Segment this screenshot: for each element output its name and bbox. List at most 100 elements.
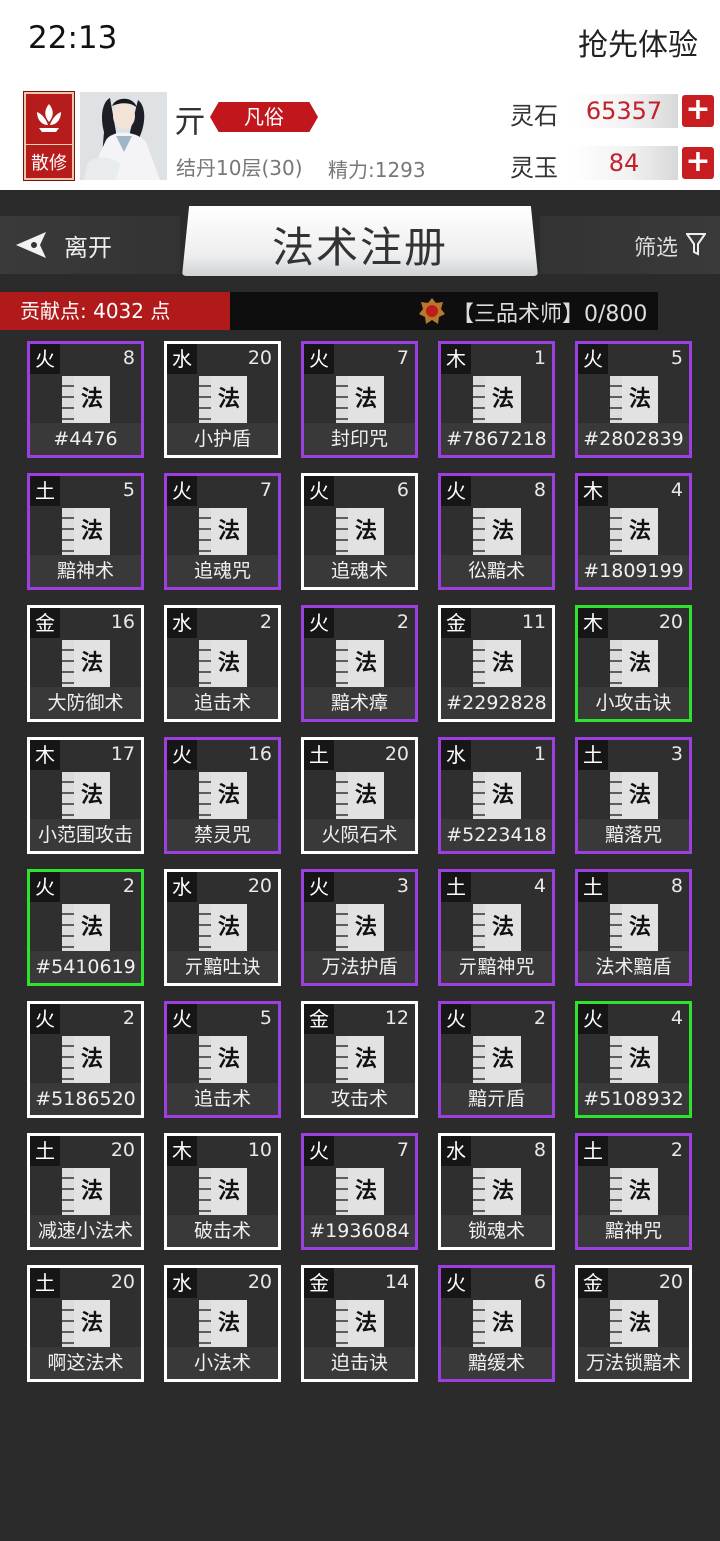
spell-card[interactable]: 火 6 法追魂术 — [301, 473, 418, 590]
spell-name: #7867218 — [441, 423, 552, 455]
spell-card[interactable]: 火 8 法 #4476 — [27, 341, 144, 458]
spell-card[interactable]: 木 1 法 #7867218 — [438, 341, 555, 458]
element-tag: 土 — [441, 872, 471, 902]
spell-card[interactable]: 土 8 法法术黯盾 — [575, 869, 692, 986]
book-spine — [62, 508, 74, 556]
spell-level: 8 — [670, 875, 683, 897]
add-spirit-stone-button[interactable]: + — [682, 95, 714, 127]
spell-card[interactable]: 木 10 法破击术 — [164, 1133, 281, 1250]
spell-name: 黯亓盾 — [441, 1083, 552, 1115]
spellbook-icon: 法 — [336, 1036, 384, 1084]
spell-card[interactable]: 火 8 法彸黯术 — [438, 473, 555, 590]
spell-card[interactable]: 木 20 法小攻击诀 — [575, 605, 692, 722]
early-access-label[interactable]: 抢先体验 — [578, 20, 698, 64]
spellbook-icon: 法 — [62, 904, 110, 952]
spell-level: 20 — [658, 611, 683, 633]
spell-card[interactable]: 火 2 法黯亓盾 — [438, 1001, 555, 1118]
spell-card[interactable]: 水 20 法小护盾 — [164, 341, 281, 458]
spell-card[interactable]: 土 2 法黯神咒 — [575, 1133, 692, 1250]
spell-card[interactable]: 火 2 法 #5410619 — [27, 869, 144, 986]
spellbook-icon: 法 — [336, 1168, 384, 1216]
spell-card[interactable]: 木 17 法小范围攻击 — [27, 737, 144, 854]
book-spine — [62, 1168, 74, 1216]
element-tag: 火 — [304, 872, 334, 902]
spell-level: 4 — [533, 875, 546, 897]
element-tag: 水 — [441, 1136, 471, 1166]
spell-card[interactable]: 火 3 法万法护盾 — [301, 869, 418, 986]
spell-card[interactable]: 火 2 法黯术瘴 — [301, 605, 418, 722]
spell-level: 2 — [259, 611, 272, 633]
leave-button[interactable]: 离开 — [0, 216, 180, 274]
spell-card[interactable]: 土 4 法亓黯神咒 — [438, 869, 555, 986]
spell-name: 封印咒 — [304, 423, 415, 455]
spell-level: 7 — [259, 479, 272, 501]
spell-card[interactable]: 金 16 法大防御术 — [27, 605, 144, 722]
spell-card[interactable]: 火 5 法追击术 — [164, 1001, 281, 1118]
spellbook-icon: 法 — [336, 508, 384, 556]
spell-card[interactable]: 水 20 法亓黯吐诀 — [164, 869, 281, 986]
spell-card[interactable]: 金 12 法攻击术 — [301, 1001, 418, 1118]
book-glyph: 法 — [622, 376, 658, 424]
book-glyph: 法 — [348, 1168, 384, 1216]
spell-card[interactable]: 水 2 法追击术 — [164, 605, 281, 722]
rank-bar: 【三品术师】0/800 — [230, 292, 658, 330]
spell-card[interactable]: 土 3 法黯落咒 — [575, 737, 692, 854]
book-glyph: 法 — [211, 772, 247, 820]
element-tag: 火 — [441, 1004, 471, 1034]
spell-card[interactable]: 土 20 法火陨石术 — [301, 737, 418, 854]
book-spine — [62, 1036, 74, 1084]
book-spine — [62, 640, 74, 688]
spell-card[interactable]: 木 4 法 #1809199 — [575, 473, 692, 590]
spell-level: 16 — [247, 743, 272, 765]
spell-card[interactable]: 火 5 法 #2802839 — [575, 341, 692, 458]
spell-card[interactable]: 土 20 法啊这法术 — [27, 1265, 144, 1382]
element-tag: 木 — [578, 608, 608, 638]
spell-name: 小护盾 — [167, 423, 278, 455]
spell-card[interactable]: 金 11 法 #2292828 — [438, 605, 555, 722]
spell-name: #1936084 — [304, 1215, 415, 1247]
spellbook-icon: 法 — [62, 1168, 110, 1216]
spell-card[interactable]: 火 2 法 #5186520 — [27, 1001, 144, 1118]
spellbook-icon: 法 — [199, 904, 247, 952]
spell-name: 黯术瘴 — [304, 687, 415, 719]
spell-card[interactable]: 金 20 法万法锁黯术 — [575, 1265, 692, 1382]
spell-name: 小攻击诀 — [578, 687, 689, 719]
element-tag: 水 — [441, 740, 471, 770]
spell-card[interactable]: 火 7 法追魂咒 — [164, 473, 281, 590]
book-glyph: 法 — [485, 1036, 521, 1084]
avatar[interactable] — [80, 92, 167, 180]
spell-level: 11 — [521, 611, 546, 633]
book-glyph: 法 — [622, 772, 658, 820]
spell-card[interactable]: 金 14 法迫击诀 — [301, 1265, 418, 1382]
spellbook-icon: 法 — [473, 376, 521, 424]
book-spine — [199, 904, 211, 952]
contribution-points: 贡献点: 4032 点 — [0, 292, 230, 330]
filter-button[interactable]: 筛选 — [540, 216, 720, 274]
spell-card[interactable]: 水 20 法小法术 — [164, 1265, 281, 1382]
element-tag: 金 — [578, 1268, 608, 1298]
add-spirit-jade-button[interactable]: + — [682, 147, 714, 179]
spell-card[interactable]: 火 7 法封印咒 — [301, 341, 418, 458]
spellbook-icon: 法 — [62, 1036, 110, 1084]
spell-card[interactable]: 土 20 法减速小法术 — [27, 1133, 144, 1250]
spellbook-icon: 法 — [610, 1168, 658, 1216]
book-glyph: 法 — [211, 376, 247, 424]
spell-card[interactable]: 火 16 法禁灵咒 — [164, 737, 281, 854]
spell-card[interactable]: 火 4 法 #5108932 — [575, 1001, 692, 1118]
spellbook-icon: 法 — [199, 376, 247, 424]
spell-card[interactable]: 水 1 法 #5223418 — [438, 737, 555, 854]
spell-card[interactable]: 火 6 法黯缓术 — [438, 1265, 555, 1382]
sect-badge[interactable]: 散修 — [23, 91, 75, 181]
spell-card[interactable]: 土 5 法黯神术 — [27, 473, 144, 590]
book-spine — [610, 1168, 622, 1216]
spell-name: #2802839 — [578, 423, 689, 455]
spell-level: 12 — [384, 1007, 409, 1029]
element-tag: 火 — [304, 344, 334, 374]
book-glyph: 法 — [74, 640, 110, 688]
book-glyph: 法 — [485, 1168, 521, 1216]
book-spine — [610, 640, 622, 688]
spell-level: 16 — [110, 611, 135, 633]
book-glyph: 法 — [74, 376, 110, 424]
spell-card[interactable]: 水 8 法锁魂术 — [438, 1133, 555, 1250]
spell-card[interactable]: 火 7 法 #1936084 — [301, 1133, 418, 1250]
